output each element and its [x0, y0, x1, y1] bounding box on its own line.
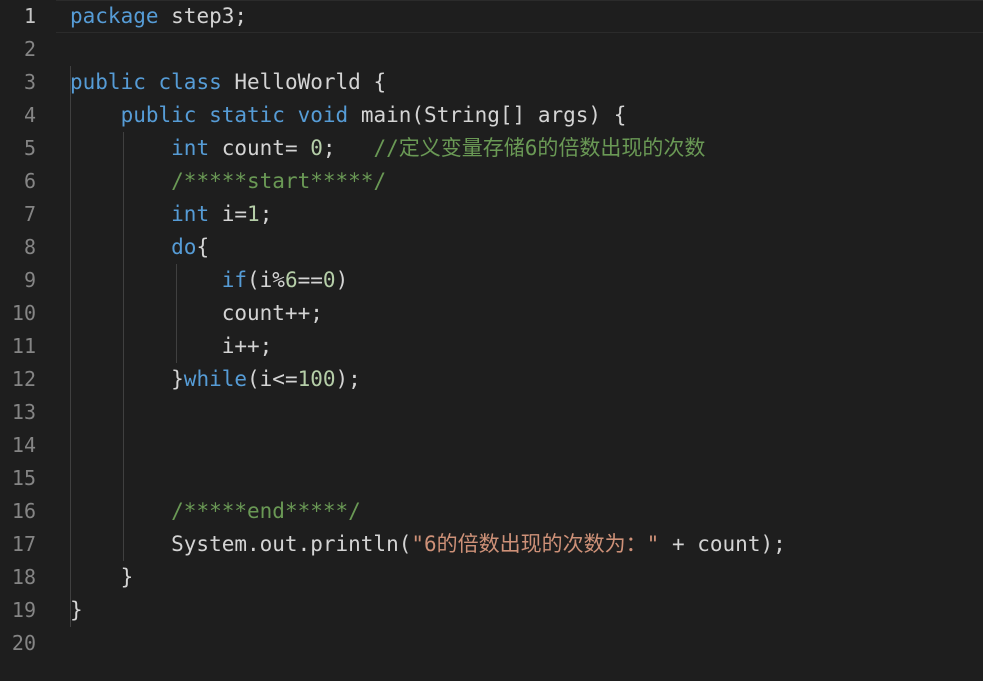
- code-token: //定义变量存储6的倍数出现的次数: [373, 136, 706, 160]
- code-token: /*****start*****/: [171, 169, 387, 193]
- code-token: 100: [297, 367, 336, 391]
- line-number: 3: [23, 70, 36, 94]
- code-token: ==: [297, 268, 323, 292]
- code-token: }: [70, 367, 184, 391]
- line-number: 16: [11, 499, 36, 523]
- line-number: 20: [11, 631, 36, 655]
- line-number: 14: [11, 433, 36, 457]
- code-token: );: [335, 367, 361, 391]
- line-number: 13: [11, 400, 36, 424]
- code-token: ;: [259, 202, 273, 226]
- line-number: 8: [23, 235, 36, 259]
- code-line[interactable]: i++;: [70, 330, 983, 363]
- line-number: 1: [23, 4, 36, 28]
- code-line[interactable]: System.out.println("6的倍数出现的次数为：" + count…: [70, 528, 983, 561]
- code-token: static: [209, 103, 285, 127]
- code-line[interactable]: int count= 0; //定义变量存储6的倍数出现的次数: [70, 132, 983, 165]
- code-token: (i%: [247, 268, 285, 292]
- code-line[interactable]: }: [70, 594, 983, 627]
- line-number: 10: [11, 301, 36, 325]
- code-token: i++;: [70, 334, 273, 358]
- code-line[interactable]: /*****start*****/: [70, 165, 983, 198]
- code-line[interactable]: count++;: [70, 297, 983, 330]
- code-token: do: [171, 235, 197, 259]
- code-token: count++;: [70, 301, 323, 325]
- code-token: if: [221, 268, 248, 292]
- code-token: System.out.println(: [70, 532, 412, 556]
- code-token: class: [158, 70, 222, 94]
- code-token: 6: [284, 268, 298, 292]
- line-number: 2: [23, 37, 36, 61]
- code-line[interactable]: do{: [70, 231, 983, 264]
- code-token: while: [183, 367, 248, 391]
- code-line[interactable]: [70, 627, 983, 660]
- code-line[interactable]: package step3;: [70, 0, 983, 33]
- code-line[interactable]: if(i%6==0): [70, 264, 983, 297]
- code-token: void: [297, 103, 349, 127]
- code-token: int: [171, 136, 210, 160]
- code-token: step3;: [158, 4, 248, 28]
- code-line[interactable]: [70, 462, 983, 495]
- code-token: }: [70, 565, 134, 589]
- code-line[interactable]: public static void main(String[] args) {: [70, 99, 983, 132]
- code-token: }: [70, 598, 83, 622]
- line-number-gutter: 1 2 3 4 5 6 7 8 9 10 11 12 13 14 15 16 17 18 19 20: [0, 0, 56, 681]
- code-token: HelloWorld {: [221, 70, 387, 94]
- code-token: ): [335, 268, 349, 292]
- code-line[interactable]: [70, 33, 983, 66]
- code-token: "6的倍数出现的次数为：": [411, 532, 660, 556]
- line-number: 12: [11, 367, 36, 391]
- code-token: {: [196, 235, 210, 259]
- line-number: 18: [11, 565, 36, 589]
- line-number: 17: [11, 532, 36, 556]
- code-token: 0: [322, 268, 336, 292]
- code-token: 1: [247, 202, 260, 226]
- code-token: count=: [209, 136, 311, 160]
- code-line[interactable]: int i=1;: [70, 198, 983, 231]
- code-token: ;: [322, 136, 374, 160]
- line-number: 9: [23, 268, 36, 292]
- line-number: 5: [23, 136, 36, 160]
- line-number: 19: [11, 598, 36, 622]
- code-token: main(String[] args) {: [348, 103, 627, 127]
- line-number: 6: [23, 169, 36, 193]
- code-token: (i<=: [247, 367, 298, 391]
- line-number: 7: [23, 202, 36, 226]
- code-token: package: [70, 4, 159, 28]
- code-token: 0: [310, 136, 323, 160]
- code-line[interactable]: [70, 396, 983, 429]
- code-area[interactable]: package step3; public class HelloWorld { …: [70, 0, 983, 681]
- line-number: 4: [23, 103, 36, 127]
- line-number: 15: [11, 466, 36, 490]
- code-token: /*****end*****/: [171, 499, 361, 523]
- code-token: i=: [209, 202, 248, 226]
- code-token: int: [171, 202, 210, 226]
- code-token: public: [70, 70, 146, 94]
- code-line[interactable]: [70, 429, 983, 462]
- code-editor[interactable]: 1 2 3 4 5 6 7 8 9 10 11 12 13 14 15 16 17 18 19 20 package …: [0, 0, 983, 681]
- code-line[interactable]: public class HelloWorld {: [70, 66, 983, 99]
- code-token: public: [120, 103, 197, 127]
- code-line[interactable]: /*****end*****/: [70, 495, 983, 528]
- code-line[interactable]: }while(i<=100);: [70, 363, 983, 396]
- line-number: 11: [11, 334, 36, 358]
- code-line[interactable]: }: [70, 561, 983, 594]
- code-token: + count);: [659, 532, 786, 556]
